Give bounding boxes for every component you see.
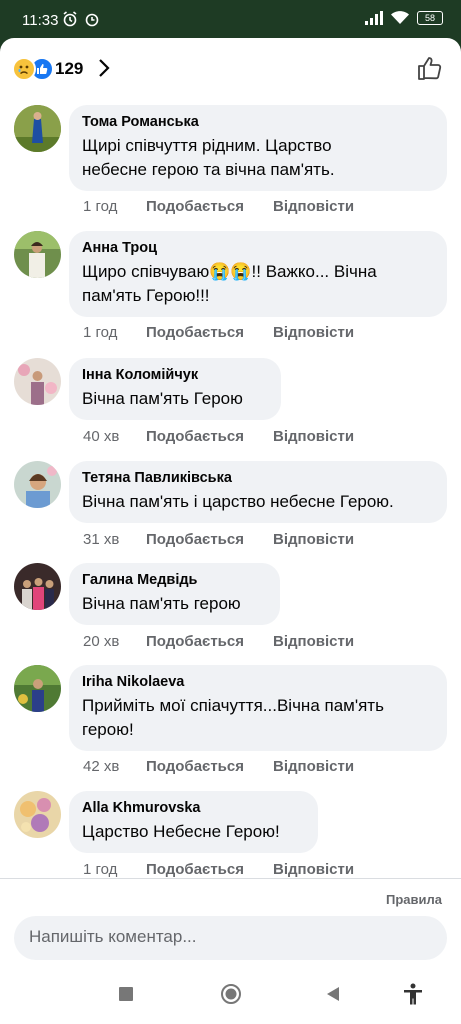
- comment-meta: 40 хв Подобається Відповісти: [83, 428, 354, 445]
- comment-text: Вічна пам'ять і царство небесне Герою.: [82, 492, 394, 511]
- battery-level: 58: [424, 13, 435, 23]
- like-link[interactable]: Подобається: [146, 198, 273, 215]
- comment-bubble[interactable]: Iriha Nikolaeva Прийміть мої спіачуття..…: [69, 665, 447, 751]
- back-icon[interactable]: [325, 986, 341, 1002]
- reply-link[interactable]: Відповісти: [273, 758, 354, 775]
- reply-link[interactable]: Відповісти: [273, 428, 354, 445]
- comment-meta: 42 хв Подобається Відповісти: [83, 758, 354, 775]
- comment-bubble[interactable]: Інна Коломійчук Вічна пам'ять Герою: [69, 358, 281, 420]
- avatar[interactable]: [14, 461, 61, 508]
- avatar[interactable]: [14, 791, 61, 838]
- reactions-summary[interactable]: [12, 57, 54, 81]
- accessibility-icon[interactable]: [401, 982, 425, 1006]
- comment-bubble[interactable]: Alla Khmurovska Царство Небесне Герою!: [69, 791, 318, 853]
- sad-reaction-icon: [12, 57, 36, 81]
- reply-link[interactable]: Відповісти: [273, 861, 354, 878]
- comment-text: Вічна пам'ять герою: [82, 594, 241, 613]
- comment-meta: 1 год Подобається Відповісти: [83, 324, 354, 341]
- avatar[interactable]: [14, 563, 61, 610]
- comment-time[interactable]: 31 хв: [83, 531, 146, 548]
- comment-time[interactable]: 42 хв: [83, 758, 146, 775]
- comment-author[interactable]: Галина Медвідь: [82, 571, 266, 590]
- circle-icon[interactable]: [220, 983, 242, 1005]
- clock-time: 11:33: [22, 12, 59, 29]
- reply-link[interactable]: Відповісти: [273, 633, 354, 650]
- divider: [0, 878, 461, 879]
- wifi-icon: [391, 11, 409, 24]
- comment-author[interactable]: Анна Троц: [82, 239, 433, 258]
- comment-meta: 20 хв Подобається Відповісти: [83, 633, 354, 650]
- comment-author[interactable]: Тетяна Павликівська: [82, 469, 433, 488]
- comment-time[interactable]: 1 год: [83, 861, 146, 878]
- comment-text: Щирі співчуття рідним. Царство небесне г…: [82, 136, 335, 179]
- comment-bubble[interactable]: Галина Медвідь Вічна пам'ять герою: [69, 563, 280, 625]
- like-link[interactable]: Подобається: [146, 324, 273, 341]
- comment-text: Прийміть мої спіачуття...Вічна пам'ять г…: [82, 696, 384, 739]
- comments-sheet: 129 Тома Романська Щирі співчуття рідним…: [0, 38, 461, 1024]
- like-link[interactable]: Подобається: [146, 531, 273, 548]
- comment-time[interactable]: 40 хв: [83, 428, 146, 445]
- like-link[interactable]: Подобається: [146, 861, 273, 878]
- reaction-count[interactable]: 129: [55, 59, 83, 79]
- comment-bubble[interactable]: Тетяна Павликівська Вічна пам'ять і царс…: [69, 461, 447, 523]
- comment-text: Царство Небесне Герою!: [82, 822, 280, 841]
- reactions-header: 129: [0, 38, 461, 96]
- like-link[interactable]: Подобається: [146, 428, 273, 445]
- comment-time[interactable]: 1 год: [83, 324, 146, 341]
- comment-author[interactable]: Інна Коломійчук: [82, 366, 267, 385]
- comment-text: Вічна пам'ять Герою: [82, 389, 243, 408]
- alarm-icon: [63, 11, 77, 27]
- chevron-right-icon[interactable]: [97, 57, 111, 79]
- rules-link[interactable]: Правила: [386, 892, 442, 907]
- thumbs-up-icon[interactable]: [417, 55, 443, 81]
- comment-time[interactable]: 1 год: [83, 198, 146, 215]
- status-bar: 11:33 58: [0, 0, 461, 40]
- comment-author[interactable]: Alla Khmurovska: [82, 799, 304, 818]
- battery-icon: 58: [417, 11, 443, 25]
- square-icon[interactable]: [118, 986, 134, 1002]
- signal-icon: [365, 11, 383, 25]
- comment-bubble[interactable]: Тома Романська Щирі співчуття рідним. Ца…: [69, 105, 447, 191]
- comment-meta: 1 год Подобається Відповісти: [83, 198, 354, 215]
- comment-input-placeholder: Напишіть коментар...: [29, 927, 197, 946]
- reply-link[interactable]: Відповісти: [273, 198, 354, 215]
- comment-meta: 31 хв Подобається Відповісти: [83, 531, 354, 548]
- comment-bubble[interactable]: Анна Троц Щиро співчуваю😭😭!! Важко... Ві…: [69, 231, 447, 317]
- comment-input[interactable]: Напишіть коментар...: [14, 916, 447, 960]
- avatar[interactable]: [14, 665, 61, 712]
- avatar[interactable]: [14, 231, 61, 278]
- clock-icon: [85, 13, 99, 27]
- like-link[interactable]: Подобається: [146, 758, 273, 775]
- comment-meta: 1 год Подобається Відповісти: [83, 861, 354, 878]
- comment-author[interactable]: Тома Романська: [82, 113, 433, 132]
- comment-text: Щиро співчуваю😭😭!! Важко... Вічна пам'ят…: [82, 262, 377, 305]
- reply-link[interactable]: Відповісти: [273, 531, 354, 548]
- system-nav-bar: [0, 968, 461, 1024]
- avatar[interactable]: [14, 105, 61, 152]
- avatar[interactable]: [14, 358, 61, 405]
- like-link[interactable]: Подобається: [146, 633, 273, 650]
- comment-time[interactable]: 20 хв: [83, 633, 146, 650]
- comment-author[interactable]: Iriha Nikolaeva: [82, 673, 433, 692]
- reply-link[interactable]: Відповісти: [273, 324, 354, 341]
